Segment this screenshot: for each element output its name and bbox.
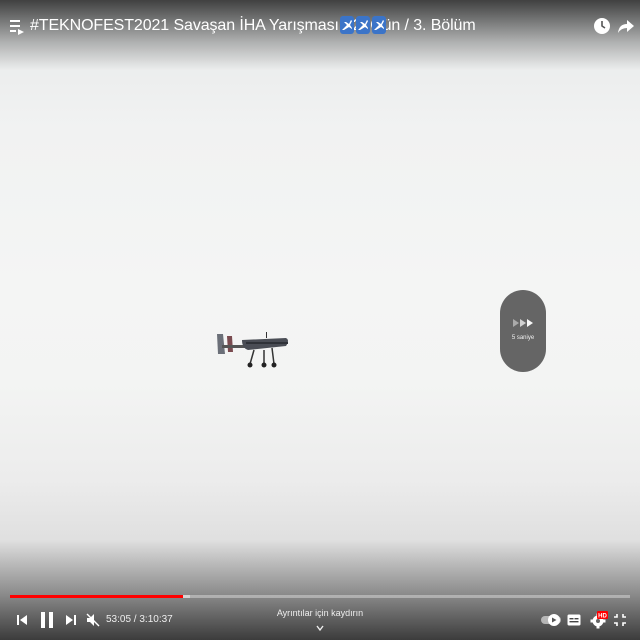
next-icon — [66, 615, 76, 625]
muted-volume-icon — [86, 613, 100, 627]
settings-icon: HD — [590, 611, 608, 629]
captions-button[interactable] — [566, 611, 582, 629]
video-player[interactable]: 5 saniye #TEKNOFEST2021 Savaşan İHA Yarı… — [0, 0, 640, 640]
seek-label: 5 saniye — [511, 335, 535, 341]
top-bar: #TEKNOFEST2021 Savaşan İHA Yarışması - 2… — [0, 0, 640, 52]
drone-aircraft — [217, 332, 288, 368]
video-title[interactable]: #TEKNOFEST2021 Savaşan İHA Yarışması - 2… — [30, 16, 476, 36]
chevron-down-icon[interactable] — [312, 624, 328, 634]
time-display: 53:05 / 3:10:37 — [106, 614, 173, 625]
autoplay-toggle-icon[interactable] — [540, 613, 562, 627]
previous-button[interactable] — [14, 611, 30, 629]
mute-button[interactable] — [84, 611, 102, 629]
airplane-emoji-icon — [356, 16, 370, 34]
playlist-icon[interactable] — [9, 18, 25, 36]
progress-bar[interactable] — [10, 595, 630, 598]
seek-forward-overlay: 5 saniye — [500, 290, 546, 372]
settings-button[interactable]: HD — [590, 611, 608, 629]
airplane-emoji-icon — [340, 16, 354, 34]
share-icon[interactable] — [616, 16, 636, 36]
scroll-for-details-hint[interactable]: Ayrıntılar için kaydırın — [260, 608, 380, 618]
exit-fullscreen-button[interactable] — [612, 611, 628, 629]
hd-badge: HD — [598, 613, 607, 619]
fast-forward-arrows-icon — [513, 319, 533, 327]
captions-icon — [567, 614, 581, 626]
clock-icon[interactable] — [592, 16, 612, 36]
airplane-emoji-icon — [372, 16, 386, 34]
previous-icon — [17, 615, 27, 625]
next-button[interactable] — [63, 611, 79, 629]
title-emojis — [340, 16, 386, 34]
pause-icon — [41, 612, 53, 628]
pause-button[interactable] — [38, 611, 56, 629]
exit-fullscreen-icon — [614, 614, 626, 626]
progress-played — [10, 595, 183, 598]
